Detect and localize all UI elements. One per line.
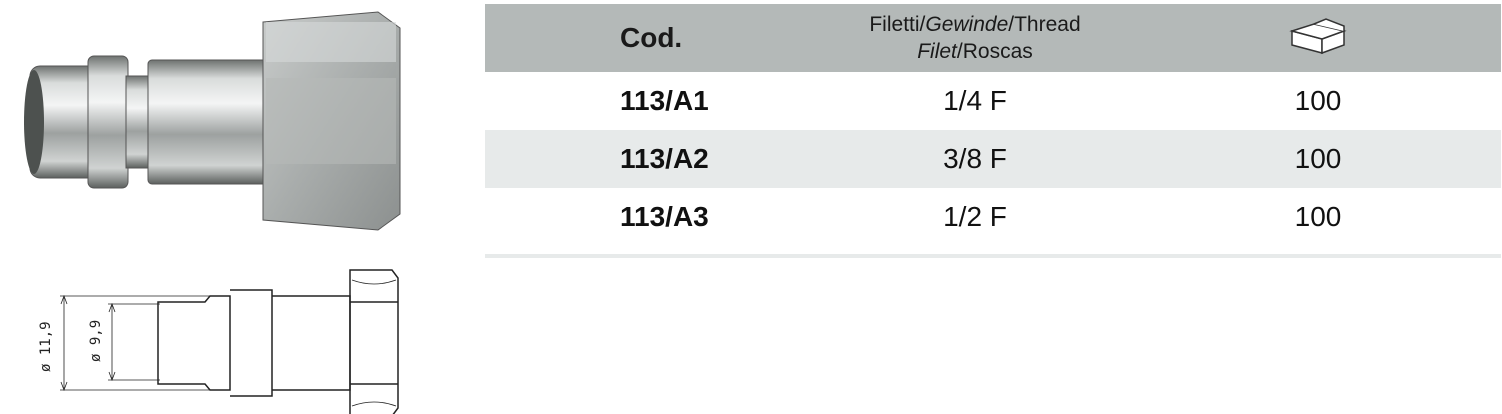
row-code: 113/A2 bbox=[485, 130, 815, 188]
row-thread: 3/8 F bbox=[815, 130, 1205, 188]
technical-drawing bbox=[60, 269, 399, 414]
box-icon bbox=[1289, 17, 1347, 54]
row-thread: 1/2 F bbox=[943, 201, 1007, 232]
table-row: 113/A2 3/8 F 100 bbox=[485, 130, 1501, 188]
header-thread-line2: Filet/Roscas bbox=[917, 40, 1033, 63]
header-thread: Filetti/Gewinde/Thread Filet/Roscas bbox=[815, 4, 1205, 72]
header-code: Cod. bbox=[485, 4, 815, 72]
dim-inner-label: ø 9,9 bbox=[88, 319, 104, 362]
row-thread: 1/4 F bbox=[943, 85, 1007, 116]
spec-table: Cod. Filetti/Gewinde/Thread Filet/Roscas… bbox=[485, 4, 1501, 246]
header-package bbox=[1205, 4, 1501, 72]
table-row: 113/A3 1/2 F 100 bbox=[485, 188, 1501, 246]
table-header-row: Cod. Filetti/Gewinde/Thread Filet/Roscas bbox=[485, 4, 1501, 72]
row-qty: 100 bbox=[1294, 201, 1342, 232]
product-photo bbox=[24, 11, 401, 231]
table-bottom-rule bbox=[485, 254, 1501, 258]
row-code: 113/A1 bbox=[620, 85, 709, 116]
row-qty: 100 bbox=[1294, 85, 1342, 116]
dim-outer-label: ø 11,9 bbox=[38, 321, 54, 372]
header-thread-line1: Filetti/Gewinde/Thread bbox=[869, 13, 1081, 36]
row-qty: 100 bbox=[1205, 130, 1501, 188]
table-row: 113/A1 1/4 F 100 bbox=[485, 72, 1501, 130]
row-code: 113/A3 bbox=[620, 201, 709, 232]
